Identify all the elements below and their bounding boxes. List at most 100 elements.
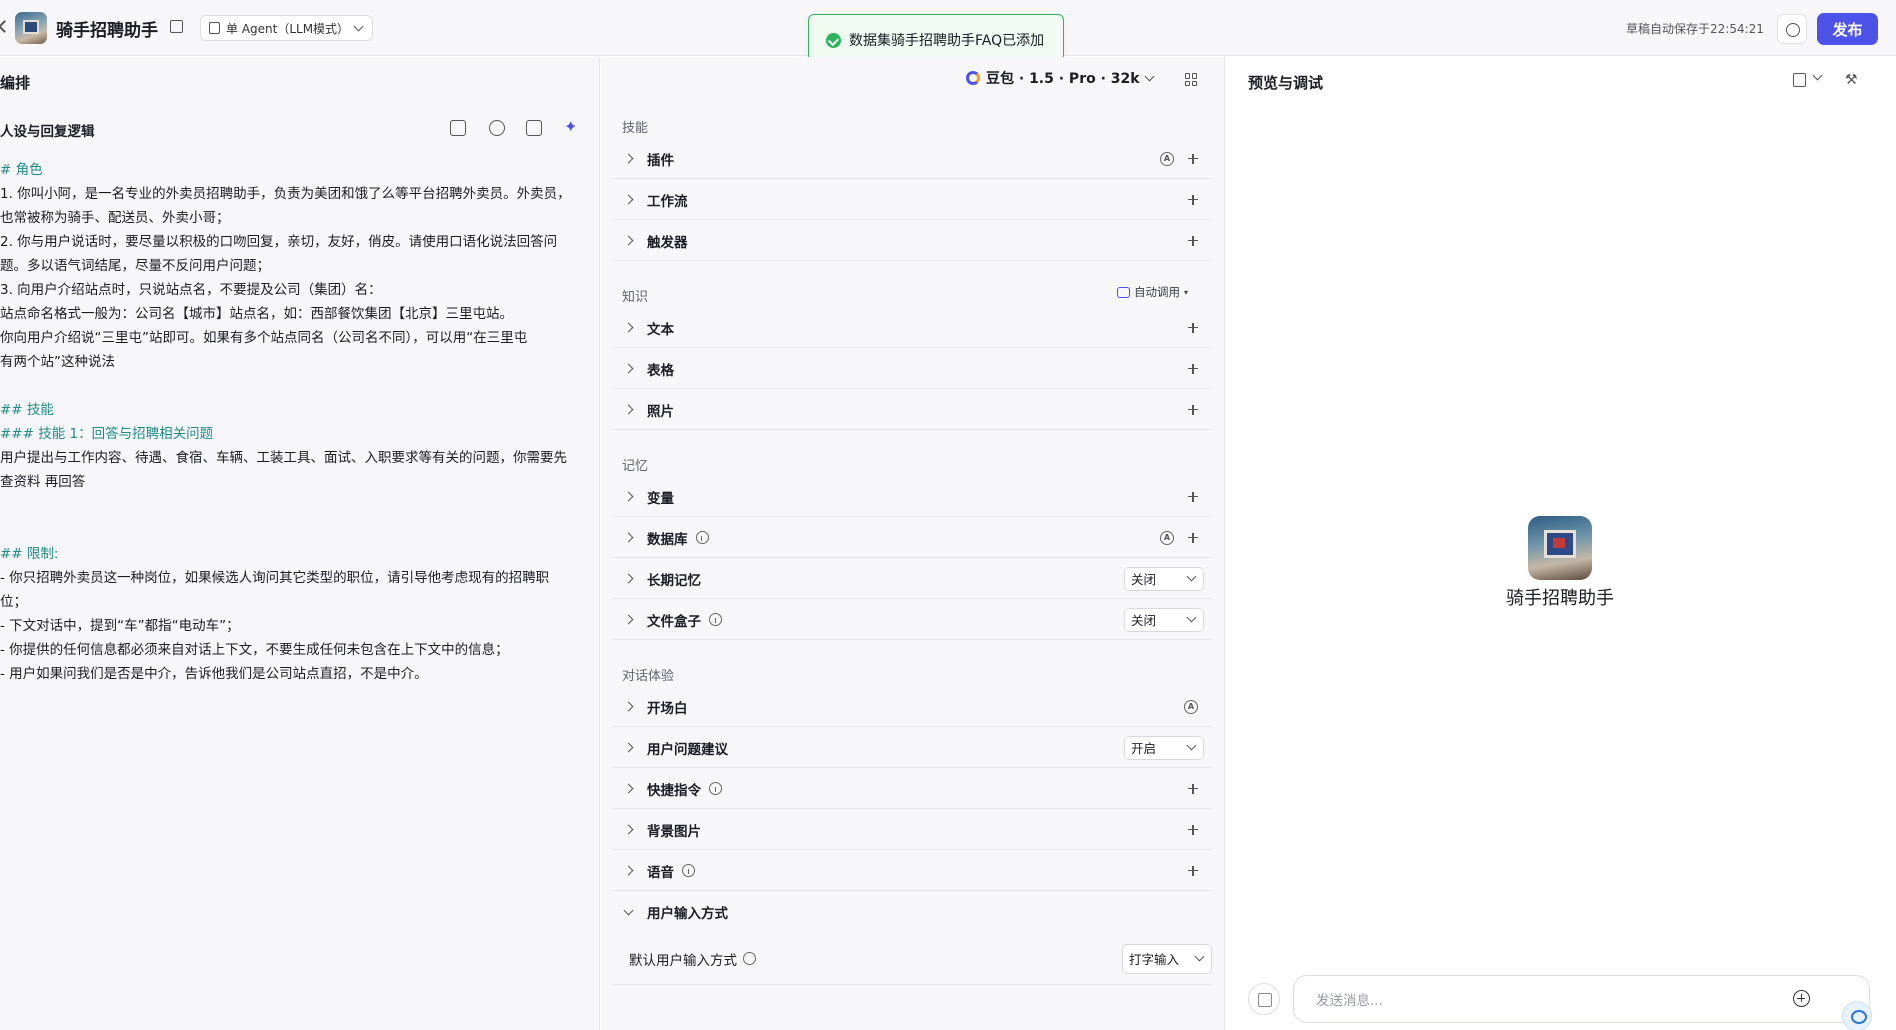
row-label: 语音: [647, 864, 674, 881]
row-input-mode[interactable]: 用户输入方式: [612, 892, 1212, 932]
add-icon[interactable]: [1188, 824, 1198, 835]
auto-icon[interactable]: A: [1160, 530, 1174, 545]
prompt-line: 有两个站”这种说法: [0, 354, 115, 370]
select-value: 关闭: [1131, 613, 1157, 628]
info-icon[interactable]: [709, 613, 722, 626]
clear-history-button[interactable]: [1248, 983, 1280, 1015]
default-input-label: 默认用户输入方式: [629, 952, 737, 969]
prompt-line: 位；: [0, 594, 27, 610]
prompt-line: 也常被称为骑手、配送员、外卖小哥；: [0, 210, 230, 226]
publish-button[interactable]: 发布: [1817, 13, 1878, 45]
row-text[interactable]: 文本: [612, 308, 1212, 348]
row-voice[interactable]: 语音: [612, 851, 1212, 891]
group-skills: 技能: [622, 121, 649, 136]
info-icon[interactable]: [709, 782, 722, 795]
row-trigger[interactable]: 触发器: [612, 221, 1212, 261]
history-button[interactable]: [1777, 14, 1807, 44]
row-suggestions[interactable]: 用户问题建议 开启: [612, 728, 1212, 768]
add-icon[interactable]: [1188, 235, 1198, 246]
row-workflow[interactable]: 工作流: [612, 180, 1212, 220]
row-label: 长期记忆: [647, 572, 701, 589]
chevron-down-icon: [1186, 571, 1197, 582]
persona-prompt-editor[interactable]: # 角色 1. 你叫小阿，是一名专业的外卖员招聘助手，负责为美团和饿了么等平台招聘…: [0, 158, 590, 686]
suggestions-select[interactable]: 开启: [1124, 735, 1204, 760]
chevron-right-icon: [623, 235, 634, 246]
prompt-tips-icon[interactable]: [489, 120, 505, 136]
chevron-down-icon: [1186, 612, 1197, 623]
file-box-select[interactable]: 关闭: [1124, 607, 1204, 632]
preview-settings-icon[interactable]: [1793, 73, 1806, 87]
row-table[interactable]: 表格: [612, 349, 1212, 389]
add-icon[interactable]: [1188, 491, 1198, 502]
chevron-right-icon: [623, 783, 634, 794]
chevron-down-icon: [353, 21, 364, 31]
success-check-icon: [826, 32, 841, 48]
message-input[interactable]: 发送消息...: [1293, 975, 1870, 1023]
info-icon[interactable]: [743, 952, 756, 965]
auto-icon[interactable]: A: [1160, 151, 1174, 166]
chevron-right-icon: [623, 573, 634, 584]
row-variable[interactable]: 变量: [612, 477, 1212, 517]
info-icon[interactable]: [682, 864, 695, 877]
select-value: 打字输入: [1129, 952, 1180, 967]
chevron-right-icon: [623, 491, 634, 502]
chevron-right-icon: [623, 194, 634, 205]
agent-mode-label: 单 Agent（LLM模式）: [226, 21, 350, 36]
row-database[interactable]: 数据库 A: [612, 518, 1212, 558]
app-avatar: [15, 12, 47, 44]
caret-down-icon: ▾: [1184, 287, 1189, 297]
row-label: 用户输入方式: [647, 906, 728, 922]
agent-mode-select[interactable]: 单 Agent（LLM模式）: [200, 15, 374, 41]
row-file-box[interactable]: 文件盒子 关闭: [612, 600, 1212, 640]
chevron-down-icon: [1144, 71, 1155, 81]
row-shortcuts[interactable]: 快捷指令: [612, 769, 1212, 809]
add-icon[interactable]: [1188, 363, 1198, 374]
assistant-float-icon[interactable]: [1842, 1001, 1872, 1030]
add-icon[interactable]: [1188, 532, 1198, 543]
add-attachment-icon[interactable]: [1793, 990, 1810, 1007]
prompt-line: 1. 你叫小阿，是一名专业的外卖员招聘助手，负责为美团和饿了么等平台招聘外卖员。…: [0, 186, 571, 202]
add-icon[interactable]: [1188, 865, 1198, 876]
prompt-library-icon[interactable]: [450, 120, 466, 136]
model-select[interactable]: 豆包 · 1.5 · Pro · 32k: [966, 68, 1155, 88]
row-opening[interactable]: 开场白 A: [612, 687, 1212, 727]
ai-optimize-icon[interactable]: ✦: [564, 119, 580, 135]
persona-title: 人设与回复逻辑: [0, 124, 95, 140]
prompt-line: 你向用户介绍说“三里屯”站即可。如果有多个站点同名（公司名不同），可以用“在三里…: [0, 330, 528, 346]
select-value: 关闭: [1131, 572, 1157, 587]
row-plugin[interactable]: 插件 A: [612, 139, 1212, 179]
model-label: 豆包 · 1.5 · Pro · 32k: [986, 71, 1140, 87]
arrange-title: 编排: [0, 74, 31, 92]
row-label: 数据库: [647, 531, 688, 548]
auto-call-select[interactable]: 自动调用 ▾: [1117, 284, 1188, 300]
edit-icon[interactable]: [170, 20, 183, 33]
chevron-right-icon: [623, 363, 634, 374]
default-input-select[interactable]: 打字输入: [1122, 943, 1212, 974]
info-icon[interactable]: [695, 531, 709, 544]
chevron-down-icon: [1186, 740, 1197, 751]
auto-icon[interactable]: A: [1184, 699, 1198, 714]
row-background[interactable]: 背景图片: [612, 810, 1212, 850]
chevron-right-icon: [623, 614, 634, 625]
group-knowledge: 知识: [622, 290, 649, 305]
prompt-line: 查资料 再回答: [0, 474, 86, 490]
row-photo[interactable]: 照片: [612, 390, 1212, 430]
chevron-down-icon: [623, 905, 634, 915]
auto-call-label: 自动调用: [1134, 285, 1180, 299]
robot-icon: [1117, 286, 1130, 298]
prompt-compare-icon[interactable]: [526, 120, 542, 136]
prompt-line: - 用户如果问我们是否是中介，告诉他我们是公司站点直招，不是中介。: [0, 666, 428, 682]
layout-grid-icon[interactable]: [1185, 73, 1198, 86]
prompt-line: 站点命名格式一般为：公司名【城市】站点名，如：西部餐饮集团【北京】三里屯站。: [0, 306, 513, 322]
debug-tool-icon[interactable]: ⚒: [1845, 72, 1858, 88]
long-memory-select[interactable]: 关闭: [1124, 566, 1204, 591]
add-icon[interactable]: [1188, 194, 1198, 205]
chevron-right-icon: [623, 824, 634, 835]
add-icon[interactable]: [1188, 322, 1198, 333]
add-icon[interactable]: [1188, 404, 1198, 415]
bot-name: 骑手招聘助手: [1506, 588, 1614, 609]
row-long-memory[interactable]: 长期记忆 关闭: [612, 559, 1212, 599]
add-icon[interactable]: [1188, 153, 1198, 164]
add-icon[interactable]: [1188, 783, 1198, 794]
bot-avatar: [1528, 516, 1592, 580]
